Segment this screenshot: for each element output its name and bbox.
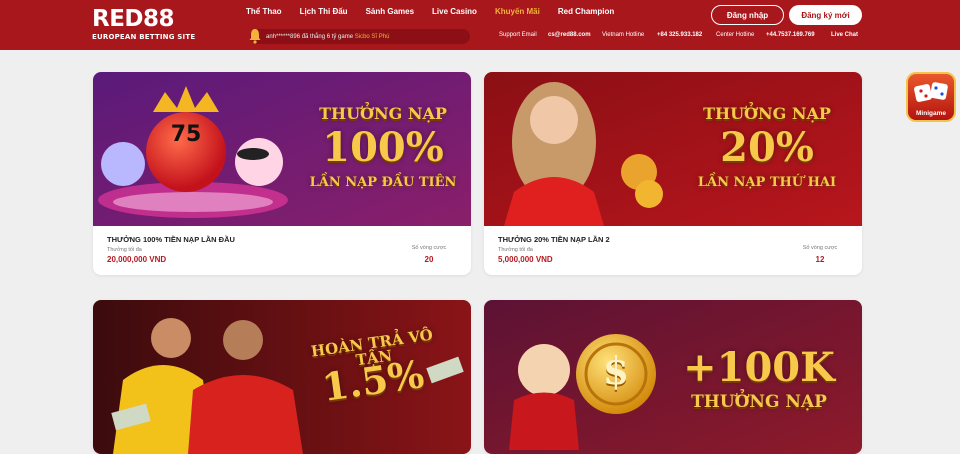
ticker-prefix: anh******896 đã thắng 6 tỷ game — [266, 33, 355, 40]
live-chat-link[interactable]: Live Chat — [831, 32, 858, 38]
main-nav: Thể Thao Lịch Thi Đấu Sảnh Games Live Ca… — [246, 7, 632, 16]
nav-item-live-casino[interactable]: Live Casino — [432, 7, 477, 16]
banner-1-line2: 100% — [322, 124, 444, 171]
banner-1-line3: LẦN NẠP ĐẦU TIÊN — [309, 175, 457, 190]
vietnam-hotline-value: +84 325.933.182 — [657, 32, 703, 38]
nav-item-red-champion[interactable]: Red Champion — [558, 7, 614, 16]
promo-1-round-label: Số vòng cược — [411, 245, 447, 251]
promo-card-second-deposit[interactable]: THƯỞNG NẠP 20% LẦN NẠP THỨ HAI THƯỞNG 20… — [484, 72, 862, 275]
banner-4-line2: THƯỞNG NẠP — [691, 392, 827, 412]
nav-item-games[interactable]: Sảnh Games — [366, 7, 414, 16]
promo-1-max-label: Thưởng tối đa — [107, 247, 142, 253]
promo-banner-2: THƯỞNG NẠP 20% LẦN NẠP THỨ HAI — [484, 72, 862, 226]
promo-1-max-amount: 20,000,000 VND — [107, 255, 167, 264]
center-hotline-value: +44.7537.169.769 — [766, 32, 815, 38]
center-hotline-label: Center Hotline — [716, 32, 755, 38]
brand-logo[interactable]: RED88 EUROPEAN BETTING SITE — [92, 6, 196, 42]
promo-1-round-value: 20 — [424, 255, 434, 264]
dice-icon — [914, 82, 948, 102]
minigame-button[interactable]: Minigame — [906, 72, 956, 122]
coin-icon: $ — [602, 348, 630, 393]
promo-card-1-info: THƯỞNG 100% TIỀN NẠP LẦN ĐẦU Thưởng tối … — [93, 226, 471, 275]
live-chat-label: Live Chat — [831, 32, 859, 38]
promo-2-max-label: Thưởng tối đa — [498, 247, 533, 253]
nav-item-sports[interactable]: Thể Thao — [246, 7, 282, 16]
nav-item-promotions[interactable]: Khuyến Mãi — [495, 7, 540, 16]
vietnam-hotline-label: Vietnam Hotline — [602, 32, 645, 38]
bingo-ball-icon: 75 — [170, 122, 202, 147]
support-email[interactable]: cs@red88.com — [548, 32, 591, 38]
promo-card-100k[interactable]: $ +100K THƯỞNG NẠP — [484, 300, 862, 454]
register-button[interactable]: Đăng ký mới — [789, 5, 862, 25]
promo-2-round-value: 12 — [815, 255, 825, 264]
login-button[interactable]: Đăng nhập — [711, 5, 784, 25]
vietnam-hotline[interactable]: +84 325.933.182 — [657, 32, 702, 38]
nav-item-schedule[interactable]: Lịch Thi Đấu — [300, 7, 348, 16]
site-header: RED88 EUROPEAN BETTING SITE Thể Thao Lịc… — [0, 0, 960, 50]
promo-banner-4: $ +100K THƯỞNG NẠP — [484, 300, 862, 454]
winner-ticker: anh******896 đã thắng 6 tỷ game Sicbo Sĩ… — [249, 29, 470, 44]
banner-2-line1: THƯỞNG NẠP — [703, 104, 831, 123]
banner-4-line1: +100K — [683, 344, 835, 391]
promo-2-max-amount: 5,000,000 VND — [498, 255, 553, 264]
promo-banner-1: THƯỞNG NẠP 100% LẦN NẠP ĐẦU TIÊN 75 — [93, 72, 471, 226]
promo-2-title: THƯỞNG 20% TIỀN NẠP LẦN 2 — [498, 235, 610, 244]
banner-2-line2: 20% — [720, 124, 814, 171]
banner-2-line3: LẦN NẠP THỨ HAI — [697, 175, 837, 190]
minigame-label: Minigame — [916, 110, 946, 117]
promo-1-title: THƯỞNG 100% TIỀN NẠP LẦN ĐẦU — [107, 235, 235, 244]
ticker-text: anh******896 đã thắng 6 tỷ game Sicbo Sĩ… — [266, 34, 389, 40]
support-email-value: cs@red88.com — [548, 32, 591, 38]
promo-banner-3: HOÀN TRẢ VÔ TẬN 1.5% — [93, 300, 471, 454]
promo-card-cashback[interactable]: HOÀN TRẢ VÔ TẬN 1.5% — [93, 300, 471, 454]
promo-card-first-deposit[interactable]: THƯỞNG NẠP 100% LẦN NẠP ĐẦU TIÊN 75 THƯỞ… — [93, 72, 471, 275]
center-hotline[interactable]: +44.7537.169.769 — [766, 32, 815, 38]
support-email-label: Support Email — [499, 32, 537, 38]
brand-tagline: EUROPEAN BETTING SITE — [92, 33, 196, 41]
bell-icon — [249, 29, 261, 44]
banner-1-line1: THƯỞNG NẠP — [319, 104, 447, 123]
ticker-highlight: Sicbo Sĩ Phú — [354, 33, 390, 40]
promo-card-2-info: THƯỞNG 20% TIỀN NẠP LẦN 2 Thưởng tối đa … — [484, 226, 862, 275]
promo-2-round-label: Số vòng cược — [802, 245, 838, 251]
brand-name: RED88 — [92, 6, 175, 32]
